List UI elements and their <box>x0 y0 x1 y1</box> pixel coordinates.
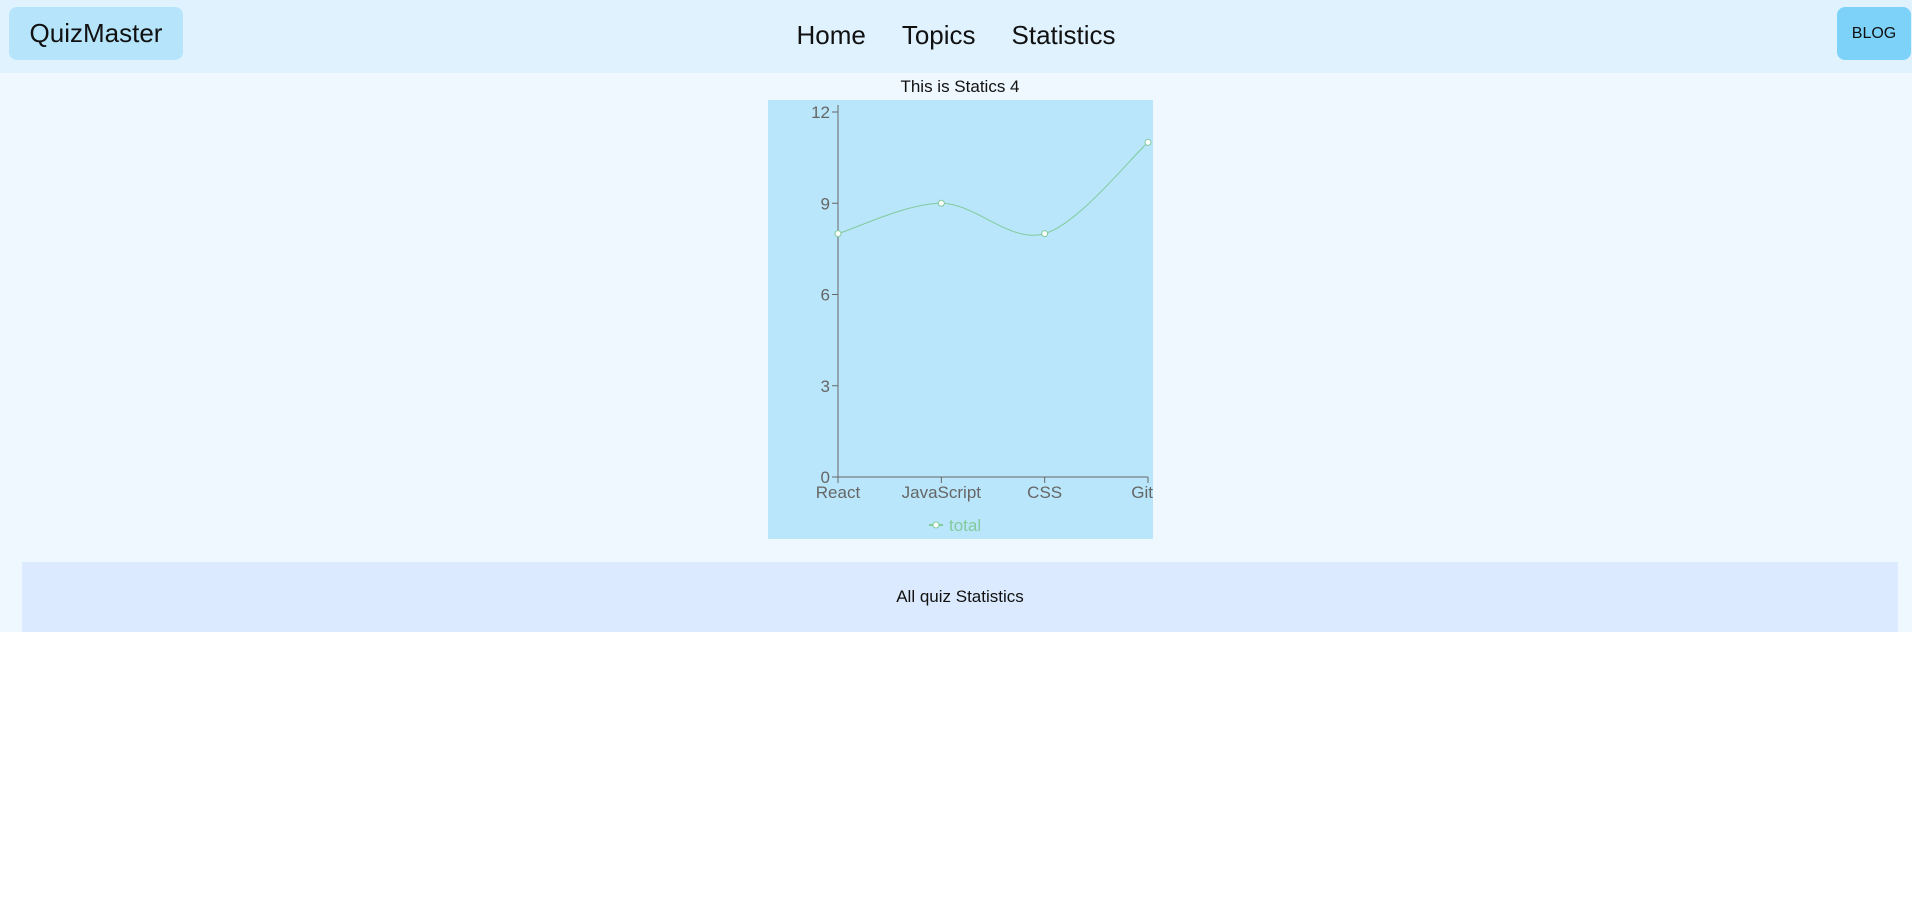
nav-statistics-link[interactable]: Statistics <box>1012 20 1116 51</box>
x-axis: React JavaScript CSS Git <box>816 476 1153 502</box>
blog-button[interactable]: BLOG <box>1837 7 1911 60</box>
chart-legend: total <box>929 516 981 535</box>
line-chart: 036912 React JavaScript CSS Git total <box>811 103 1153 535</box>
legend-point-icon <box>932 521 940 529</box>
x-tick-label: React <box>816 483 861 502</box>
x-tick-label: JavaScript <box>902 483 982 502</box>
navbar: QuizMaster Home Topics Statistics BLOG <box>0 0 1912 73</box>
y-tick-label: 12 <box>811 103 830 122</box>
x-tick-label: CSS <box>1027 483 1062 502</box>
data-point-git <box>1144 138 1152 146</box>
y-tick-label: 6 <box>821 286 830 305</box>
y-tick-label: 9 <box>821 194 830 213</box>
series-total <box>834 138 1152 238</box>
data-point-javascript <box>937 199 945 207</box>
nav-home-link[interactable]: Home <box>796 20 865 51</box>
main-nav: Home Topics Statistics <box>0 0 1912 70</box>
all-quiz-statistics-label: All quiz Statistics <box>896 587 1024 606</box>
nav-topics-link[interactable]: Topics <box>902 20 976 51</box>
brand-logo[interactable]: QuizMaster <box>9 7 183 60</box>
all-quiz-statistics-section: All quiz Statistics <box>22 562 1898 632</box>
series-line-total <box>837 142 1149 236</box>
y-tick-label: 3 <box>821 377 830 396</box>
legend-label: total <box>949 516 981 535</box>
x-tick-label: Git <box>1131 483 1153 502</box>
chart-heading: This is Statics 4 <box>900 77 1020 96</box>
data-point-css <box>1041 230 1049 238</box>
chart-panel: 0 3 6 9 12 React JavaScript CSS Git total <box>768 100 1153 539</box>
statistics-page: This is Statics 4 0 3 6 9 12 React JavaScript… <box>0 73 1912 632</box>
data-point-react <box>834 230 842 238</box>
y-axis: 036912 <box>811 103 839 487</box>
